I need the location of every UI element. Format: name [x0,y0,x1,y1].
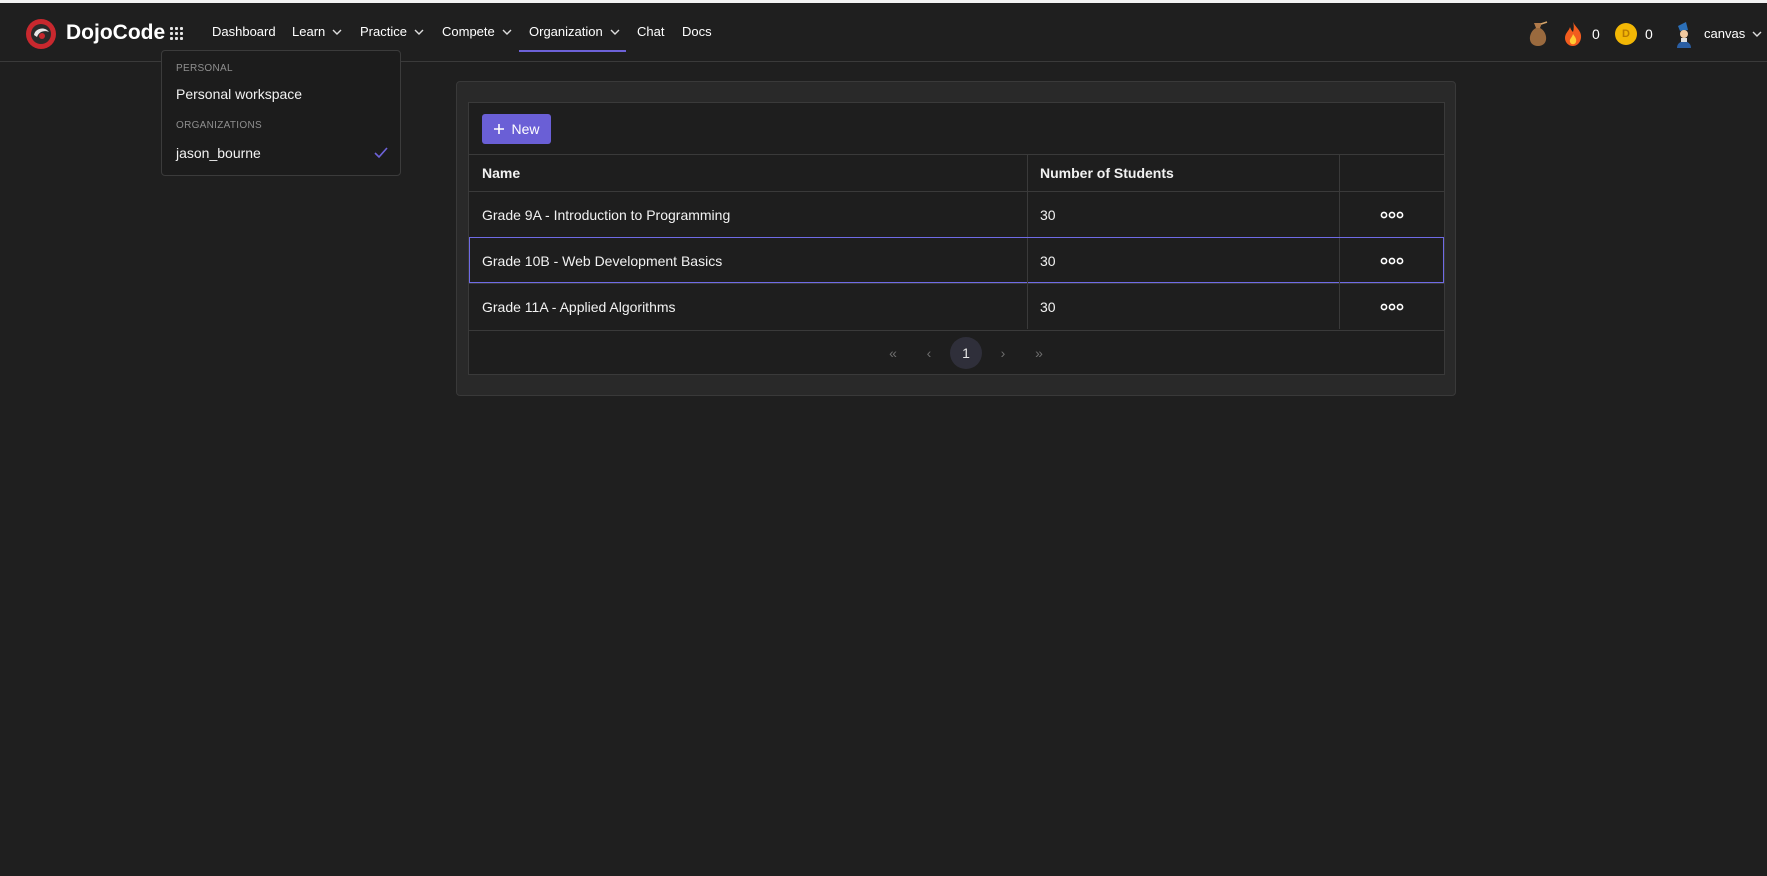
more-options-icon[interactable] [1380,210,1404,220]
chevron-down-icon [414,29,424,35]
nav-learn[interactable]: Learn [292,24,343,39]
nav-practice[interactable]: Practice [360,24,425,39]
row-students: 30 [1040,206,1056,223]
username-label: canvas [1704,26,1746,41]
chevron-down-icon [332,29,342,35]
column-divider [1027,155,1028,191]
column-divider [1339,155,1340,191]
apps-grid-icon[interactable] [170,27,183,40]
table-row-selected[interactable]: Grade 10B - Web Development Basics 30 [469,237,1444,283]
more-options-icon[interactable] [1380,256,1404,266]
organization-item-jason-bourne[interactable]: jason_bourne [176,145,261,161]
column-divider [1027,192,1028,237]
user-avatar[interactable] [1672,21,1696,49]
organizations-section-label: ORGANIZATIONS [176,120,262,131]
page-1-button[interactable]: 1 [950,337,982,369]
table-row[interactable]: Grade 9A - Introduction to Programming 3… [469,191,1444,237]
classes-card: New Name Number of Students Grade 9A - I… [456,81,1456,396]
more-options-icon[interactable] [1380,302,1404,312]
money-bag-icon[interactable] [1525,20,1551,48]
row-name: Grade 11A - Applied Algorithms [482,298,676,315]
next-page-button[interactable]: › [987,337,1019,369]
column-header-students[interactable]: Number of Students [1040,155,1174,191]
nav-dashboard-label: Dashboard [212,24,276,39]
chevron-down-icon [610,29,620,35]
nav-organization-label: Organization [529,24,603,39]
coin-count: 0 [1645,26,1653,42]
fire-streak-icon [1565,22,1582,46]
dojocode-logo-icon[interactable] [25,18,57,50]
nav-organization[interactable]: Organization [529,24,621,39]
nav-practice-label: Practice [360,24,407,39]
nav-docs[interactable]: Docs [682,24,712,39]
user-menu[interactable]: canvas [1704,26,1763,41]
nav-learn-label: Learn [292,24,326,39]
coin-icon: D [1615,23,1637,45]
nav-compete-label: Compete [442,24,495,39]
nav-docs-label: Docs [682,24,712,39]
streak-count: 0 [1592,26,1600,42]
row-name: Grade 10B - Web Development Basics [482,252,723,269]
row-students: 30 [1040,298,1056,315]
column-divider [1027,284,1028,329]
column-divider [1339,192,1340,237]
nav-active-indicator [519,50,626,52]
new-button-label: New [511,121,540,137]
organization-dropdown: PERSONAL Personal workspace ORGANIZATION… [161,50,401,176]
column-divider [1339,284,1340,329]
column-divider [1339,238,1340,283]
classes-table: New Name Number of Students Grade 9A - I… [468,102,1445,375]
row-name: Grade 9A - Introduction to Programming [482,206,731,223]
brand-name[interactable]: DojoCode [66,21,165,45]
previous-page-button[interactable]: ‹ [913,337,945,369]
new-class-button[interactable]: New [482,114,551,144]
chevron-down-icon [1752,31,1762,37]
personal-workspace-item[interactable]: Personal workspace [176,86,302,102]
table-row[interactable]: Grade 11A - Applied Algorithms 30 [469,283,1444,329]
personal-section-label: PERSONAL [176,63,233,74]
row-students: 30 [1040,252,1056,269]
check-icon [374,147,388,159]
plus-icon [494,124,505,134]
nav-chat[interactable]: Chat [637,24,664,39]
chevron-down-icon [502,29,512,35]
first-page-button[interactable]: « [877,337,909,369]
nav-compete[interactable]: Compete [442,24,513,39]
column-header-name[interactable]: Name [482,155,520,191]
table-header: Name Number of Students [469,154,1444,191]
last-page-button[interactable]: » [1023,337,1055,369]
nav-chat-label: Chat [637,24,665,39]
pagination: « ‹ 1 › » [469,330,1444,375]
nav-dashboard[interactable]: Dashboard [212,24,276,39]
column-divider [1027,238,1028,283]
